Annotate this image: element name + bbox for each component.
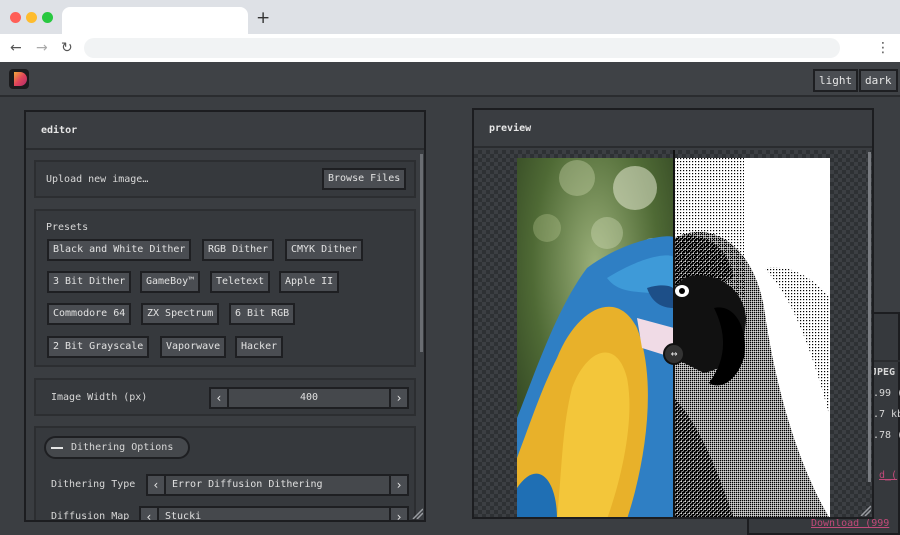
- light-theme-button[interactable]: light: [813, 69, 859, 92]
- original-image: [517, 158, 674, 517]
- browser-tab[interactable]: [62, 7, 248, 34]
- plus-icon[interactable]: +: [256, 8, 270, 28]
- dithering-type-label: Dithering Type: [51, 479, 136, 490]
- close-window-dot[interactable]: [10, 12, 21, 23]
- preset-teletext-button[interactable]: Teletext: [210, 271, 271, 293]
- browse-files-button[interactable]: Browse Files: [322, 168, 407, 190]
- dithering-type-select[interactable]: ‹ Error Diffusion Dithering ›: [146, 474, 409, 496]
- resize-grip-icon[interactable]: [859, 504, 871, 516]
- diffusion-map-value[interactable]: Stucki: [165, 508, 201, 520]
- preset-zx-spectrum-button[interactable]: ZX Spectrum: [141, 303, 220, 325]
- kebab-menu-icon[interactable]: ⋮: [876, 39, 890, 57]
- dithered-image: [674, 158, 830, 517]
- image-width-section: Image Width (px) ‹ 400 ›: [34, 378, 416, 416]
- preview-panel: preview ↔: [472, 108, 874, 519]
- preset-6-bit-rgb-button[interactable]: 6 Bit RGB: [229, 303, 296, 325]
- dithering-options-label: Dithering Options: [71, 442, 174, 453]
- editor-title: editor: [26, 112, 424, 150]
- compare-divider[interactable]: [673, 150, 675, 517]
- chevron-left-icon[interactable]: ‹: [211, 389, 229, 407]
- presets-title: Presets: [46, 222, 89, 233]
- stat-value-3: .78 (: [873, 430, 900, 441]
- preset-rgb-dither-button[interactable]: RGB Dither: [202, 239, 275, 261]
- address-bar[interactable]: [84, 38, 840, 58]
- chevron-right-icon[interactable]: ›: [389, 476, 407, 494]
- presets-section: Presets Black and White Dither RGB Dithe…: [34, 209, 416, 367]
- maximize-window-dot[interactable]: [42, 12, 53, 23]
- preset-hacker-button[interactable]: Hacker: [235, 336, 284, 358]
- dithering-type-value[interactable]: Error Diffusion Dithering: [172, 476, 323, 494]
- preset-cmyk-dither-button[interactable]: CMYK Dither: [285, 239, 364, 261]
- dither-app: light dark JPEG .99 ( .7 kb .78 ( d_( Do…: [0, 62, 900, 535]
- preset-apple-ii-button[interactable]: Apple II: [279, 271, 340, 293]
- stat-value-1: .99 (: [873, 388, 900, 399]
- editor-panel: editor Upload new image… Browse Files Pr…: [24, 110, 426, 522]
- download-link-1[interactable]: d_(: [879, 469, 897, 483]
- arrow-left-icon[interactable]: ←: [10, 39, 22, 57]
- left-right-arrows-icon[interactable]: ↔: [663, 343, 685, 365]
- minimize-window-dot[interactable]: [26, 12, 37, 23]
- preset-vaporwave-button[interactable]: Vaporwave: [160, 336, 227, 358]
- chevron-left-icon[interactable]: ‹: [141, 508, 159, 520]
- dither-logo-icon[interactable]: [8, 68, 30, 90]
- chevron-right-icon[interactable]: ›: [389, 508, 407, 520]
- reload-icon[interactable]: ↻: [61, 39, 73, 57]
- download-link-2[interactable]: Download (999: [811, 517, 889, 531]
- preview-title: preview: [474, 110, 872, 148]
- app-topbar: light dark: [0, 62, 900, 97]
- format-column-header: JPEG: [871, 367, 896, 378]
- dark-theme-button[interactable]: dark: [859, 69, 898, 92]
- upload-label: Upload new image…: [46, 174, 149, 185]
- image-width-label: Image Width (px): [51, 392, 148, 403]
- chevron-left-icon[interactable]: ‹: [148, 476, 166, 494]
- diffusion-map-label: Diffusion Map: [51, 511, 130, 522]
- diffusion-map-select[interactable]: ‹ Stucki ›: [139, 506, 409, 520]
- arrow-right-icon[interactable]: →: [36, 39, 48, 57]
- preset-2-bit-grayscale-button[interactable]: 2 Bit Grayscale: [47, 336, 150, 358]
- upload-section: Upload new image… Browse Files: [34, 160, 416, 198]
- image-width-stepper[interactable]: ‹ 400 ›: [209, 387, 409, 409]
- preset-black-and-white-dither-button[interactable]: Black and White Dither: [47, 239, 192, 261]
- chevron-right-icon[interactable]: ›: [389, 389, 407, 407]
- preset-commodore-64-button[interactable]: Commodore 64: [47, 303, 132, 325]
- preview-scrollbar[interactable]: [868, 152, 871, 482]
- stat-value-2: .7 kb: [873, 409, 900, 420]
- preset-gameboy-button[interactable]: GameBoy™: [140, 271, 201, 293]
- browser-tab-strip: +: [0, 0, 900, 34]
- dithering-options-section: Dithering Options Dithering Type ‹ Error…: [34, 426, 416, 522]
- resize-grip-icon[interactable]: [411, 507, 423, 519]
- image-width-value[interactable]: 400: [231, 389, 387, 407]
- dithering-options-toggle[interactable]: Dithering Options: [44, 436, 190, 459]
- editor-scrollbar[interactable]: [420, 154, 423, 352]
- preset-3-bit-dither-button[interactable]: 3 Bit Dither: [47, 271, 132, 293]
- browser-toolbar: ← → ↻ ⋮: [0, 34, 900, 62]
- minus-icon: [51, 447, 63, 449]
